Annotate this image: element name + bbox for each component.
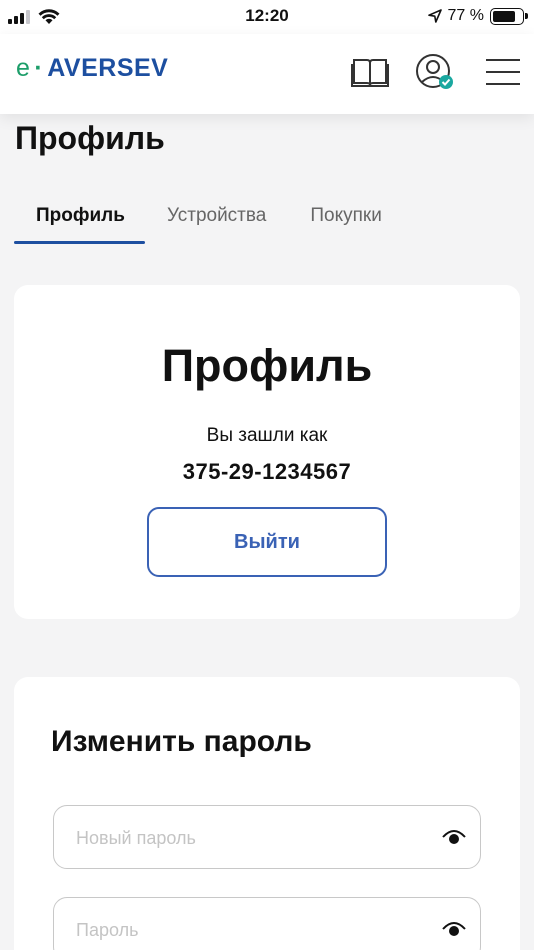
location-arrow-icon xyxy=(427,9,442,23)
new-password-field[interactable] xyxy=(53,805,481,869)
book-icon[interactable] xyxy=(350,52,390,92)
logout-button[interactable]: Выйти xyxy=(147,507,387,577)
logo-brand: AVERSEV xyxy=(47,54,169,82)
battery-icon xyxy=(490,7,528,25)
change-password-card: Изменить пароль xyxy=(14,677,520,950)
logo-dot: · xyxy=(34,54,44,82)
logo[interactable]: e · AVERSEV xyxy=(16,54,168,83)
tab-profile[interactable]: Профиль xyxy=(14,192,145,244)
status-bar: 12:20 77 % xyxy=(0,0,534,34)
tab-bar: Профиль Устройства Покупки xyxy=(14,192,426,244)
app-header: e · AVERSEV xyxy=(0,34,534,114)
change-password-title: Изменить пароль xyxy=(51,725,312,758)
logged-in-label: Вы зашли как xyxy=(206,425,328,446)
eye-icon[interactable] xyxy=(442,828,466,846)
eye-icon[interactable] xyxy=(442,920,466,938)
password-input[interactable] xyxy=(76,916,416,944)
status-right: 77 % xyxy=(427,7,528,25)
user-verified-icon[interactable] xyxy=(414,52,454,92)
password-field[interactable] xyxy=(53,897,481,950)
new-password-input[interactable] xyxy=(76,824,416,852)
profile-card: Профиль Вы зашли как 375-29-1234567 Выйт… xyxy=(14,285,520,619)
logo-e: e xyxy=(16,54,31,82)
user-phone: 375-29-1234567 xyxy=(182,459,352,484)
profile-card-title: Профиль xyxy=(161,340,373,391)
tab-devices[interactable]: Устройства xyxy=(167,192,266,242)
hamburger-menu-icon[interactable] xyxy=(484,52,522,92)
page-title: Профиль xyxy=(15,120,165,156)
tab-purchases[interactable]: Покупки xyxy=(310,192,381,242)
battery-percent: 77 % xyxy=(447,7,484,24)
